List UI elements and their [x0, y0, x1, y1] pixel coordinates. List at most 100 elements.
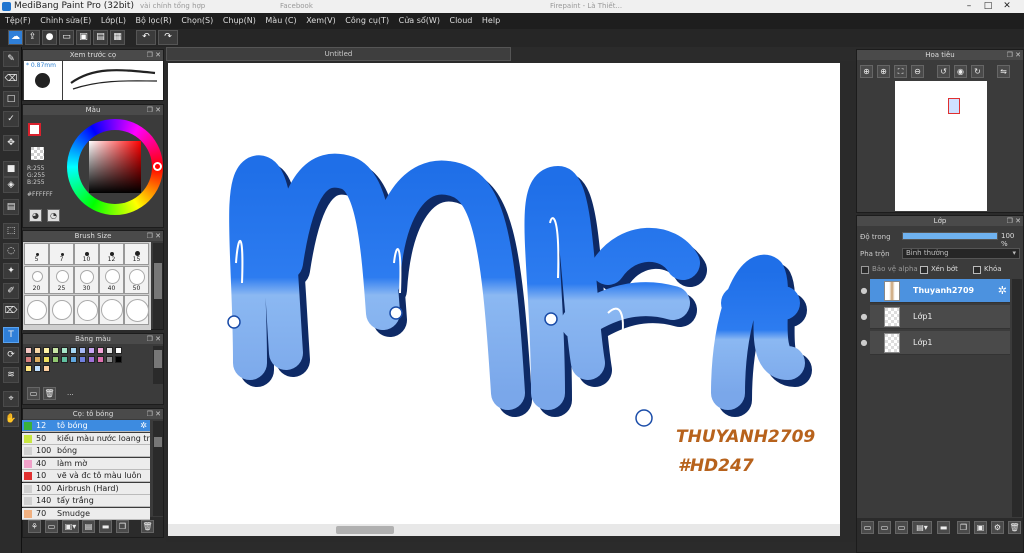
chat-icon[interactable]: ● [42, 30, 57, 45]
bucket-tool-icon[interactable]: ◈ [3, 177, 19, 193]
menu-help[interactable]: Help [482, 13, 500, 29]
palette-swatch[interactable] [25, 347, 32, 354]
foreground-color-swatch[interactable] [28, 123, 41, 136]
palette-swatch[interactable] [115, 347, 122, 354]
text-tool-icon[interactable]: T [3, 327, 19, 343]
palette-swatch[interactable] [43, 356, 50, 363]
palette-swatch[interactable] [34, 356, 41, 363]
menu-layer[interactable]: Lớp(L) [101, 13, 126, 29]
layer-item[interactable]: Lớp1 [870, 331, 1010, 355]
layer-visibility-icon[interactable]: ● [859, 279, 869, 303]
brush-settings-icon[interactable]: ✲ [140, 420, 147, 431]
eraser-tool-icon[interactable]: ⌫ [3, 71, 19, 87]
undo-icon[interactable]: ↶ [136, 30, 156, 45]
folder-icon[interactable]: ▬ [937, 521, 950, 534]
blend-mode-select[interactable]: Bình thường ▾ [902, 248, 1020, 259]
eyedropper-small-icon[interactable]: ◔ [47, 209, 60, 222]
flip-icon[interactable]: ⇋ [997, 65, 1010, 78]
palette-swatch[interactable] [70, 347, 77, 354]
zoom-in-icon[interactable]: ⊕ [860, 65, 873, 78]
canvas[interactable]: THUYANH2709 #HD247 Mệt [168, 63, 840, 524]
fit-icon[interactable]: ⛶ [894, 65, 907, 78]
document-icon[interactable]: ▭ [59, 30, 74, 45]
layer-visibility-icon[interactable]: ● [859, 331, 869, 355]
palette-swatch[interactable] [88, 356, 95, 363]
brush-list-item[interactable]: 10 vẽ và đc tô màu luôn [22, 470, 150, 482]
layers-scrollbar[interactable] [1012, 279, 1022, 517]
fill-rect-icon[interactable]: ■ [3, 161, 19, 177]
copy-brush-icon[interactable]: ▤ [82, 520, 95, 533]
brush-type-icon[interactable]: ▣▾ [62, 520, 79, 533]
canvas-vertical-scrollbar[interactable] [840, 63, 854, 524]
new-halftone-layer-icon[interactable]: ▭ [878, 521, 891, 534]
palette-swatch[interactable] [115, 356, 122, 363]
opacity-slider[interactable] [902, 232, 998, 240]
layer-settings-icon[interactable]: ✲ [998, 279, 1007, 303]
brush-size-cell[interactable]: 7 [49, 243, 74, 265]
panel-close-icon[interactable]: ❐ ✕ [147, 231, 161, 241]
folder-icon[interactable]: ▬ [99, 520, 112, 533]
brush-list-item[interactable]: 100 bóng [22, 445, 150, 457]
brush-list-scrollbar[interactable] [153, 421, 163, 516]
upload-icon[interactable]: ⇪ [25, 30, 40, 45]
menu-file[interactable]: Tệp(F) [5, 13, 31, 29]
brush-size-cell[interactable]: 15 [124, 243, 149, 265]
minimize-button[interactable]: – [960, 0, 978, 12]
palette-more[interactable]: ... [67, 389, 74, 397]
layer-type-icon[interactable]: ▤▾ [912, 521, 932, 534]
rectangle-select-icon[interactable]: □ [3, 91, 19, 107]
brush-size-cell[interactable]: 10 [74, 243, 99, 265]
palette-swatch[interactable] [79, 347, 86, 354]
layer-item[interactable]: Lớp1 [870, 305, 1010, 329]
pen-tool-icon[interactable]: ✓ [3, 111, 19, 127]
brush-size-cell[interactable]: 40 [99, 266, 124, 294]
duplicate-icon[interactable]: ❐ [116, 520, 129, 533]
delete-palette-icon[interactable]: 🗑 [43, 387, 56, 400]
brush-size-cell[interactable] [99, 295, 124, 325]
palette-swatch[interactable] [43, 347, 50, 354]
document-tab[interactable]: Untitled [166, 47, 511, 61]
palette-swatch[interactable] [34, 347, 41, 354]
palette-swatch[interactable] [52, 347, 59, 354]
palette-swatch[interactable] [97, 347, 104, 354]
brush-list-item[interactable]: 70 Smudge [22, 507, 150, 520]
menu-edit[interactable]: Chỉnh sửa(E) [40, 13, 91, 29]
panel-close-icon[interactable]: ❐ ✕ [147, 409, 161, 419]
palette-swatch[interactable] [106, 347, 113, 354]
palette-icon[interactable]: ◕ [29, 209, 42, 222]
brush-size-scrollbar[interactable] [153, 243, 163, 329]
hand-tool-icon[interactable]: ✋ [3, 411, 19, 427]
save-icon[interactable]: ▣ [76, 30, 91, 45]
menu-tools[interactable]: Công cụ(T) [345, 13, 389, 29]
rotate-right-icon[interactable]: ↻ [971, 65, 984, 78]
merge-layer-icon[interactable]: ▣ [974, 521, 987, 534]
brush-size-cell[interactable]: 50 [124, 266, 149, 294]
navigator-preview[interactable] [895, 81, 987, 211]
maximize-button[interactable]: □ [979, 0, 997, 12]
menu-window[interactable]: Cửa sổ(W) [399, 13, 440, 29]
layer-visibility-icon[interactable]: ● [859, 305, 869, 329]
select-pen-icon[interactable]: ✐ [3, 283, 19, 299]
lock-checkbox[interactable] [973, 266, 981, 274]
color-wheel[interactable] [67, 119, 163, 215]
palette-swatch[interactable] [25, 365, 32, 372]
redo-icon[interactable]: ↷ [158, 30, 178, 45]
menu-snap[interactable]: Chụp(N) [223, 13, 256, 29]
lasso-tool-icon[interactable]: ◌ [3, 243, 19, 259]
new-8bit-layer-icon[interactable]: ▭ [895, 521, 908, 534]
menu-select[interactable]: Chọn(S) [181, 13, 213, 29]
close-button[interactable]: ✕ [998, 0, 1016, 12]
brush-size-cell[interactable]: 25 [49, 266, 74, 294]
brush-tool-icon[interactable]: ✎ [3, 51, 19, 67]
panel-close-icon[interactable]: ❐ ✕ [147, 50, 161, 60]
brush-size-cell[interactable]: 5 [24, 243, 49, 265]
blur-tool-icon[interactable]: ≋ [3, 367, 19, 383]
palette-scrollbar[interactable] [153, 346, 163, 384]
brush-size-cell[interactable] [74, 295, 99, 325]
brush-list-item[interactable]: 12 tô bóng ✲ [22, 420, 150, 432]
layout-icon[interactable]: ▤ [93, 30, 108, 45]
background-color-swatch[interactable] [31, 147, 44, 160]
menu-view[interactable]: Xem(V) [306, 13, 336, 29]
magic-wand-icon[interactable]: ✦ [3, 263, 19, 279]
brush-list-item[interactable]: 100 Airbrush (Hard) [22, 482, 150, 495]
